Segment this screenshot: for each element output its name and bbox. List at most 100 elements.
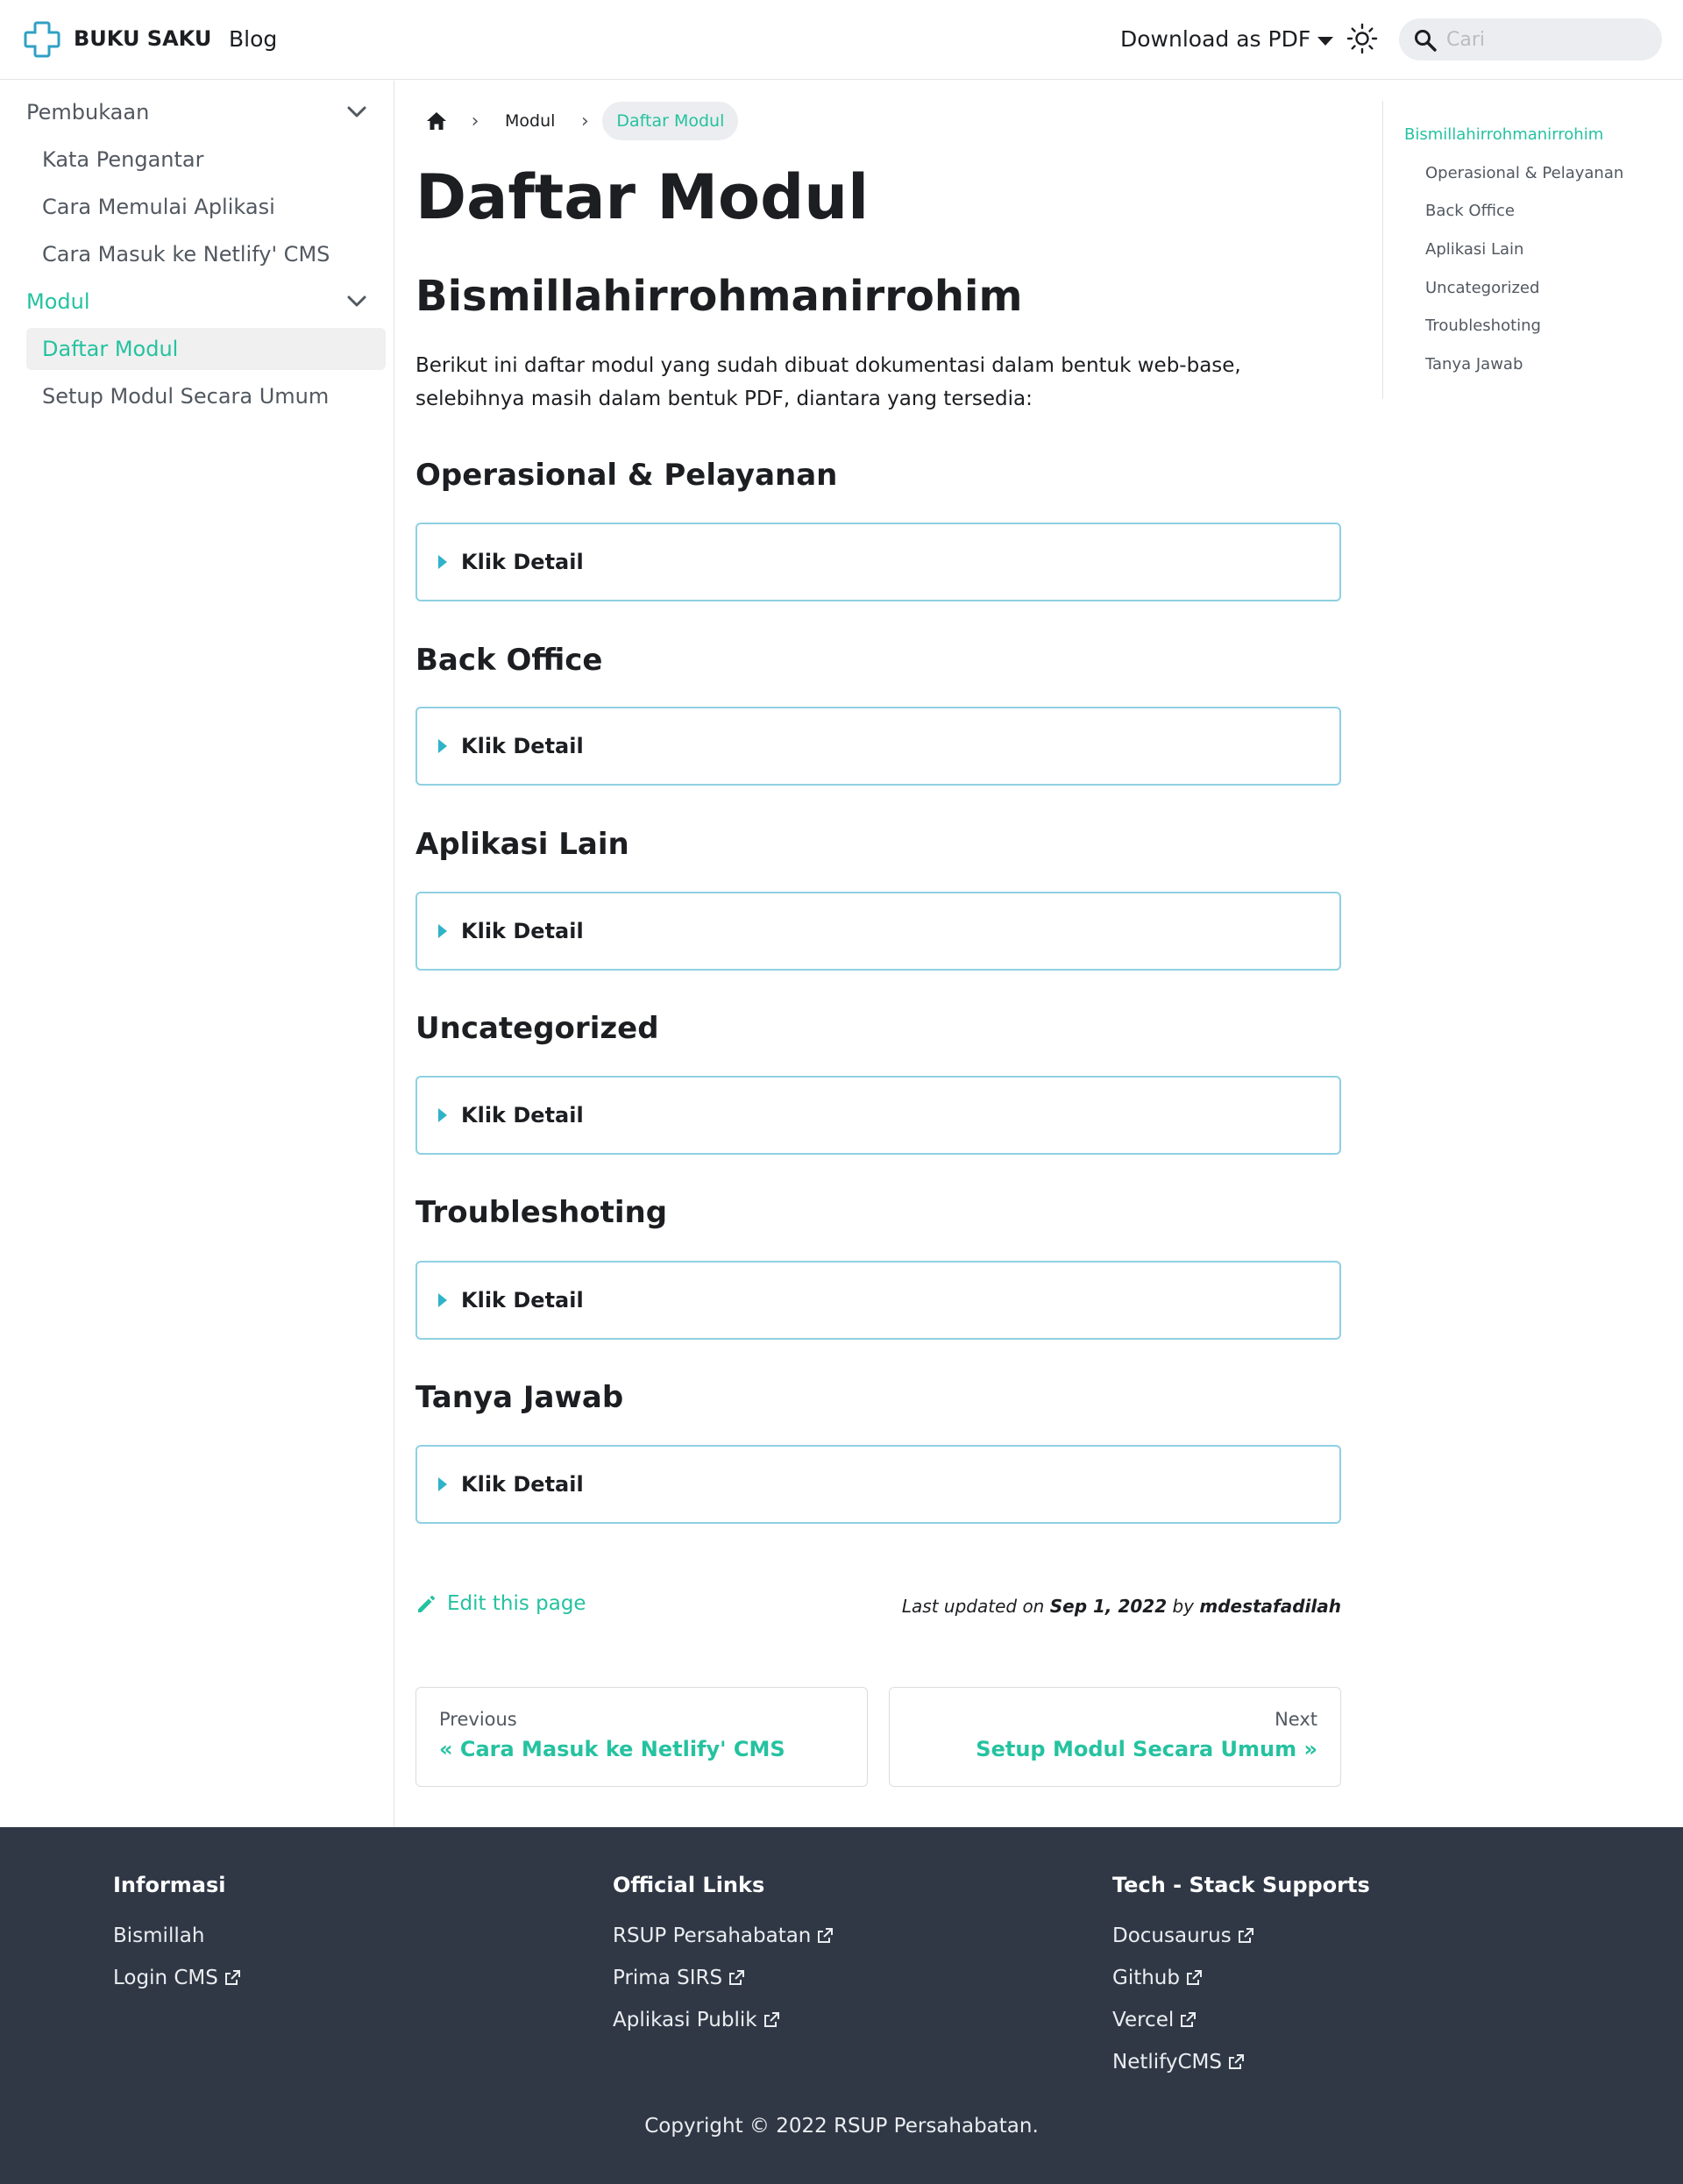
external-link-icon <box>1228 2054 1244 2069</box>
footer-link-label: Github <box>1112 1967 1180 1989</box>
pagination-next-sublabel: Next <box>1275 1709 1317 1730</box>
chevron-down-icon[interactable] <box>344 99 370 125</box>
toc-item[interactable]: Bismillahirrohmanirrohim <box>1404 125 1603 144</box>
pagination-previous[interactable]: Previous « Cara Masuk ke Netlify' CMS <box>415 1687 868 1787</box>
details-toggle[interactable]: Klik Detail <box>415 1261 1341 1340</box>
caret-right-icon <box>438 739 447 753</box>
details-toggle[interactable]: Klik Detail <box>415 1076 1341 1155</box>
details-toggle[interactable]: Klik Detail <box>415 523 1341 601</box>
footer-link[interactable]: Github <box>1112 1957 1370 1999</box>
footer-copyright: Copyright © 2022 RSUP Persahabatan. <box>644 2115 1039 2138</box>
breadcrumb-separator-icon: › <box>471 110 479 132</box>
sidebar-item-daftar-modul[interactable]: Daftar Modul <box>26 328 386 370</box>
footer-column-title: Informasi <box>113 1873 226 1897</box>
toc-item[interactable]: Troubleshoting <box>1425 317 1541 335</box>
search-icon <box>1415 30 1437 52</box>
footer-link-label: Aplikasi Publik <box>613 2009 757 2031</box>
sidebar-category-pembukaan[interactable]: Pembukaan <box>26 91 386 133</box>
pagination-next[interactable]: Next Setup Modul Secara Umum » <box>889 1687 1341 1787</box>
intro-paragraph: Berikut ini daftar modul yang sudah dibu… <box>415 354 1241 410</box>
details-summary: Klik Detail <box>461 1472 584 1497</box>
footer-link[interactable]: Vercel <box>1112 1999 1370 2041</box>
external-link-icon <box>729 1970 745 1985</box>
toc-item[interactable]: Aplikasi Lain <box>1425 240 1523 259</box>
details-toggle[interactable]: Klik Detail <box>415 892 1341 971</box>
pagination-next-label: Setup Modul Secara Umum » <box>976 1737 1317 1761</box>
breadcrumb-modul[interactable]: Modul <box>493 111 567 131</box>
nav-blog-link[interactable]: Blog <box>229 26 277 52</box>
details-summary: Klik Detail <box>461 734 584 758</box>
external-link-icon <box>1187 1970 1202 1985</box>
external-link-icon <box>1181 2012 1197 2027</box>
page-subtitle: Bismillahirrohmanirrohim <box>415 272 1023 321</box>
footer-link[interactable]: Aplikasi Publik <box>613 1999 834 2041</box>
updated-date: Sep 1, 2022 <box>1049 1596 1168 1617</box>
footer-link-label: Vercel <box>1112 2009 1175 2031</box>
footer-link[interactable]: Prima SIRS <box>613 1957 834 1999</box>
medical-cross-logo-icon[interactable] <box>23 20 61 59</box>
section-heading: Tanya Jawab <box>415 1380 624 1415</box>
details-summary: Klik Detail <box>461 1288 584 1313</box>
toc-item[interactable]: Operasional & Pelayanan <box>1425 164 1623 182</box>
details-toggle[interactable]: Klik Detail <box>415 707 1341 786</box>
navbar: BUKU SAKU Blog Download as PDF <box>0 0 1683 80</box>
pencil-icon <box>418 1596 435 1612</box>
toc-item[interactable]: Tanya Jawab <box>1425 355 1523 373</box>
toc-item[interactable]: Back Office <box>1425 202 1515 220</box>
footer-link-label: Login CMS <box>113 1967 218 1989</box>
toc-item[interactable]: Uncategorized <box>1425 279 1539 297</box>
chevron-down-icon[interactable] <box>344 288 370 315</box>
search-input[interactable] <box>1446 24 1648 55</box>
updated-author: mdestafadilah <box>1199 1596 1341 1617</box>
breadcrumb-current: Daftar Modul <box>602 102 739 140</box>
caret-down-icon <box>1317 36 1334 46</box>
last-updated: Last updated on Sep 1, 2022 by mdestafad… <box>902 1596 1341 1617</box>
footer-column-informasi: Informasi Bismillah Login CMS <box>113 1873 241 1999</box>
details-summary: Klik Detail <box>461 919 584 943</box>
pagination-previous-label: « Cara Masuk ke Netlify' CMS <box>439 1737 785 1761</box>
sidebar-item-setup-modul[interactable]: Setup Modul Secara Umum <box>26 375 386 417</box>
section-heading: Back Office <box>415 643 603 678</box>
footer: Informasi Bismillah Login CMS Official L… <box>0 1827 1683 2184</box>
updated-prefix: Last updated on <box>901 1596 1050 1617</box>
section-heading: Aplikasi Lain <box>415 827 629 862</box>
details-summary: Klik Detail <box>461 550 584 574</box>
search-box[interactable] <box>1399 18 1662 60</box>
footer-link[interactable]: Docusaurus <box>1112 1915 1370 1957</box>
pagination-previous-sublabel: Previous <box>439 1709 517 1730</box>
section-heading: Uncategorized <box>415 1011 659 1046</box>
edit-page-link[interactable]: Edit this page <box>415 1592 586 1615</box>
details-summary: Klik Detail <box>461 1103 584 1128</box>
footer-link-label: RSUP Persahabatan <box>613 1924 812 1947</box>
footer-link[interactable]: NetlifyCMS <box>1112 2041 1370 2083</box>
footer-link-label: Bismillah <box>113 1924 205 1947</box>
section-heading: Operasional & Pelayanan <box>415 458 838 493</box>
home-icon[interactable] <box>415 100 458 142</box>
external-link-icon <box>818 1928 834 1943</box>
table-of-contents: Bismillahirrohmanirrohim Operasional & P… <box>1382 101 1645 399</box>
footer-link-label: Prima SIRS <box>613 1967 723 1989</box>
caret-right-icon <box>438 555 447 569</box>
download-pdf-dropdown[interactable]: Download as PDF <box>1120 26 1334 52</box>
sidebar: Pembukaan Kata Pengantar Cara Memulai Ap… <box>0 81 394 1827</box>
sidebar-item-kata-pengantar[interactable]: Kata Pengantar <box>26 139 386 181</box>
caret-right-icon <box>438 924 447 938</box>
footer-link[interactable]: Login CMS <box>113 1957 241 1999</box>
brand-title[interactable]: BUKU SAKU <box>74 26 211 51</box>
footer-column-tech-stack: Tech - Stack Supports Docusaurus Github … <box>1112 1873 1370 2083</box>
details-toggle[interactable]: Klik Detail <box>415 1445 1341 1524</box>
footer-column-official-links: Official Links RSUP Persahabatan Prima S… <box>613 1873 834 2041</box>
sidebar-item-cara-masuk-netlify[interactable]: Cara Masuk ke Netlify' CMS <box>26 233 386 275</box>
sidebar-category-modul[interactable]: Modul <box>26 281 386 323</box>
sidebar-item-cara-memulai-aplikasi[interactable]: Cara Memulai Aplikasi <box>26 186 386 228</box>
caret-right-icon <box>438 1108 447 1122</box>
external-link-icon <box>1238 1928 1253 1943</box>
sun-icon[interactable] <box>1346 23 1378 54</box>
footer-link-label: Docusaurus <box>1112 1924 1232 1947</box>
breadcrumb: › Modul › Daftar Modul <box>415 100 739 142</box>
edit-page-label: Edit this page <box>447 1592 586 1615</box>
external-link-icon <box>224 1970 240 1985</box>
footer-link[interactable]: Bismillah <box>113 1915 241 1957</box>
breadcrumb-separator-icon: › <box>581 110 589 132</box>
footer-link[interactable]: RSUP Persahabatan <box>613 1915 834 1957</box>
